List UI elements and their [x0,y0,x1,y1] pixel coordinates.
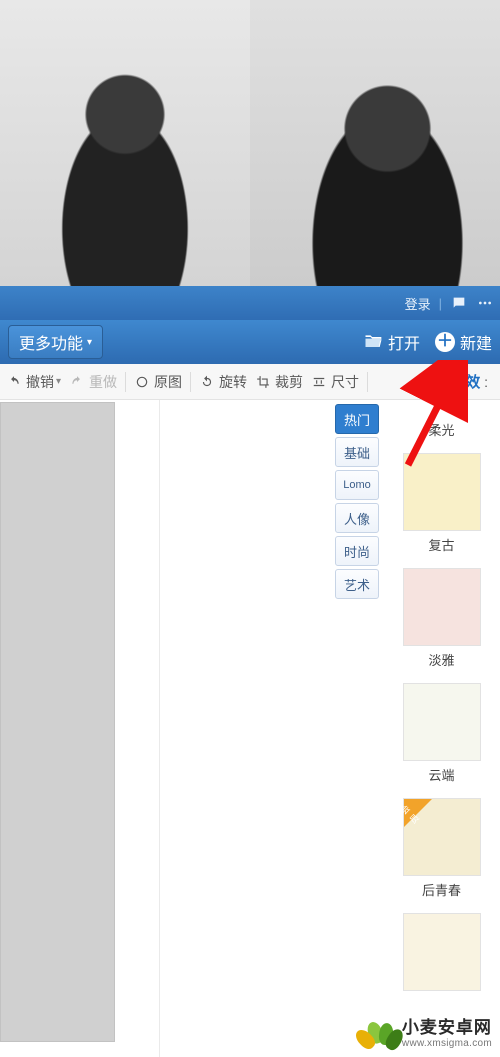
open-button[interactable]: 打开 [362,330,420,354]
circle-icon [134,374,150,390]
new-label: 新建 [460,330,492,354]
main-toolbar: 更多功能 ▾ 打开 ＋ 新建 [0,320,500,364]
effect-list: 柔光复古淡雅云端会员后青春 [383,400,500,1057]
effect-swatch [403,568,481,646]
new-button[interactable]: ＋ 新建 [434,330,492,354]
effect-item-0[interactable]: 柔光 [403,420,481,531]
redo-button[interactable]: 重做 [69,372,117,392]
effect-label: 云端 [428,765,454,784]
menu-icon[interactable] [476,294,494,312]
original-label: 原图 [154,372,182,392]
colon: : [480,374,488,390]
crop-label: 裁剪 [275,372,303,392]
more-features-label: 更多功能 [19,330,83,354]
watermark-url: www.xmsigma.com [402,1038,492,1049]
login-link[interactable]: 登录 [405,294,431,313]
separator [367,372,368,392]
divider: | [439,296,442,311]
vip-badge-icon: 会员 [404,799,432,827]
title-bar: 登录 | [0,286,500,320]
canvas[interactable] [0,402,115,1042]
separator [125,372,126,392]
effect-item-1[interactable]: 复古 [403,535,481,646]
size-label: 尺寸 [331,372,359,392]
redo-icon [69,374,85,390]
photo-left [0,0,250,286]
effect-item-3[interactable]: 云端会员 [403,765,481,876]
watermark-name: 小麦安卓网 [402,1019,492,1038]
crop-icon [255,374,271,390]
chevron-down-icon: ▾ [56,376,61,387]
photo-right [250,0,500,286]
rotate-label: 旋转 [219,372,247,392]
effect-label: 复古 [428,535,454,554]
rotate-button[interactable]: 旋转 [199,372,247,392]
empty-area [160,400,335,1057]
redo-label: 重做 [89,372,117,392]
category-tab-4[interactable]: 时尚 [335,536,379,566]
chevron-down-icon: ▾ [87,337,92,348]
sub-toolbar: 撤销 ▾ 重做 原图 旋转 裁剪 尺寸 特效 : [0,364,500,400]
undo-button[interactable]: 撤销 ▾ [6,372,61,392]
size-icon [311,374,327,390]
plus-circle-icon: ＋ [434,331,456,353]
watermark: 小麦安卓网 www.xmsigma.com [362,1017,492,1051]
category-tab-0[interactable]: 热门 [335,404,379,434]
crop-button[interactable]: 裁剪 [255,372,303,392]
chat-icon[interactable] [450,294,468,312]
photo-strip [0,0,500,286]
category-tab-1[interactable]: 基础 [335,437,379,467]
watermark-logo-icon [362,1017,396,1051]
category-tab-2[interactable]: Lomo [335,470,379,500]
effect-label: 柔光 [428,420,454,439]
effects-panel: 热门基础Lomo人像时尚艺术 柔光复古淡雅云端会员后青春 [335,400,500,1057]
original-button[interactable]: 原图 [134,372,182,392]
effect-categories: 热门基础Lomo人像时尚艺术 [335,400,383,1057]
effect-label: 淡雅 [428,650,454,669]
effect-item-4[interactable]: 后青春 [403,880,481,991]
workspace: 热门基础Lomo人像时尚艺术 柔光复古淡雅云端会员后青春 [0,400,500,1057]
size-button[interactable]: 尺寸 [311,372,359,392]
separator [190,372,191,392]
rotate-icon [199,374,215,390]
undo-icon [6,374,22,390]
open-label: 打开 [388,330,420,354]
undo-label: 撤销 [26,372,54,392]
category-tab-3[interactable]: 人像 [335,503,379,533]
effect-swatch [403,683,481,761]
folder-open-icon [362,331,384,353]
effect-swatch [403,453,481,531]
effect-swatch: 会员 [403,798,481,876]
effects-title: 特效 [450,371,480,392]
more-features-button[interactable]: 更多功能 ▾ [8,325,103,359]
canvas-column [0,400,160,1057]
effect-item-2[interactable]: 淡雅 [403,650,481,761]
effect-swatch [403,913,481,991]
category-tab-5[interactable]: 艺术 [335,569,379,599]
effect-label: 后青春 [422,880,461,899]
